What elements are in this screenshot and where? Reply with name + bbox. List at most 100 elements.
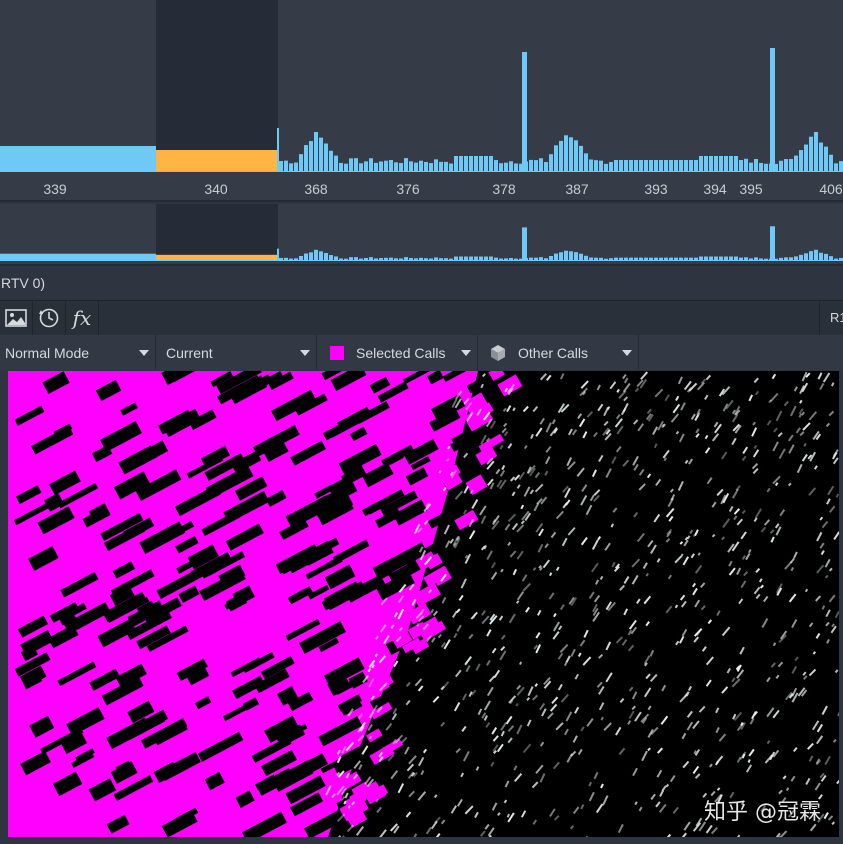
fx-icon: fx [72,306,92,330]
other-call-particle [567,428,573,436]
other-call-particle [588,781,592,787]
other-calls-dropdown[interactable]: Other Calls [479,335,639,370]
other-call-particle [678,433,685,443]
other-call-particle [603,722,612,731]
timeline-bars[interactable] [0,0,843,200]
other-call-particle [600,783,604,789]
other-call-particle [492,735,499,742]
other-call-particle [619,698,625,704]
other-call-particle [346,824,355,833]
other-call-particle [463,750,470,762]
source-dropdown[interactable]: Current [157,335,317,370]
history-button[interactable] [33,301,66,335]
other-call-particle [684,459,689,464]
other-call-particle [632,767,638,777]
other-call-particle [640,371,649,380]
timeline-overview[interactable]: 339 340 368 376 378 387 393 394 395 406 [0,0,843,200]
other-call-particle [460,578,467,589]
other-call-particle [636,598,641,604]
right-panel-tab[interactable]: R1 [819,301,843,335]
other-call-particle [440,819,446,825]
other-call-particle [754,390,760,396]
other-call-particle [835,493,839,498]
timeline-bar [804,253,808,261]
other-call-particle [580,536,588,546]
other-call-particle [693,636,700,643]
other-call-particle [596,384,601,391]
timeline-bar [484,156,488,172]
other-call-particle [687,685,693,691]
timeline-bar [614,160,618,172]
other-call-particle [408,755,417,765]
other-call-particle [721,536,725,541]
other-call-particle [598,685,605,695]
other-call-particle [665,507,675,518]
other-call-particle [516,684,522,690]
other-call-particle [774,482,779,487]
other-call-particle [523,445,528,450]
other-call-particle [831,821,835,826]
timeline-bar [684,160,688,172]
fx-button[interactable]: fx [66,301,99,335]
other-call-particle [390,770,399,780]
timeline-spike [770,226,775,261]
other-call-particle [463,485,469,494]
other-call-particle [736,518,744,526]
other-call-particle [704,394,709,400]
other-call-particle [512,407,516,412]
other-call-particle [422,748,428,754]
other-call-particle [603,420,609,427]
other-call-particle [451,610,458,619]
other-call-particle [771,373,777,380]
other-call-particle [650,793,656,801]
other-call-particle [484,823,490,830]
timeline-scrubber[interactable] [0,204,843,264]
other-call-particle [544,456,551,465]
other-call-particle [582,431,588,439]
other-call-particle [491,802,498,811]
timeline-bar [379,161,383,172]
other-call-particle [831,382,835,387]
other-call-particle [675,430,680,435]
other-call-particle [498,615,504,621]
other-call-particle [711,433,720,442]
timeline-bar [424,162,428,172]
overlay-controls: Normal Mode Current Selected Calls Other… [0,335,843,370]
scrubber-bars[interactable] [0,204,843,264]
other-call-particle [572,806,580,815]
other-call-particle [583,629,589,638]
other-call-particle [616,388,620,393]
other-call-particle [555,722,564,731]
other-call-particle [655,801,661,808]
other-call-particle [570,825,575,830]
timeline-spike [522,227,527,261]
selected-calls-dropdown[interactable]: Selected Calls [318,335,478,370]
other-call-particle [597,535,602,541]
other-call-particle [658,803,667,813]
other-call-particle [698,705,706,713]
other-call-particle [821,705,828,715]
timeline-bar [579,145,583,172]
other-call-particle [808,622,814,628]
image-button[interactable] [0,301,33,335]
other-call-particle [672,403,681,414]
other-call-particle [549,808,556,818]
other-call-particle [598,454,604,463]
other-call-particle [819,542,825,549]
other-call-particle [591,562,599,573]
render-viewport[interactable] [8,371,839,837]
other-call-particle [552,621,560,632]
mode-dropdown[interactable]: Normal Mode [0,335,156,370]
other-call-particle [692,587,698,596]
other-call-particle [378,829,387,837]
other-call-particle [753,377,759,384]
timeline-bar [564,135,568,172]
timeline-bar [804,144,808,172]
other-call-particle [748,548,752,554]
other-call-particle [753,445,758,449]
other-call-particle [634,387,640,393]
other-call-particle [716,488,724,497]
other-call-particle [430,608,435,614]
timeline-bar [299,154,303,172]
timeline-bar [609,162,613,172]
